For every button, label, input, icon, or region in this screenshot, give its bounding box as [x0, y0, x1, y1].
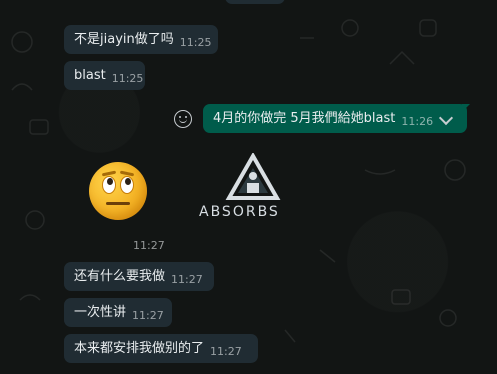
message-text: 本来都安排我做别的了 [74, 341, 205, 356]
message-time: 11:27 [210, 345, 242, 358]
message-time: 11:27 [132, 309, 164, 322]
partial-message-bubble [225, 0, 285, 4]
bubble-tail-icon [462, 104, 470, 112]
message-time: 11:27 [171, 273, 203, 286]
message-time: 11:27 [133, 239, 165, 252]
incoming-message: 不是jiayin做了吗 11:25 [64, 25, 218, 54]
message-time: 11:25 [179, 36, 212, 49]
message-text: 还有什么要我做 [74, 269, 166, 284]
watermark-text: ABSORBS [199, 204, 280, 220]
mouth [106, 202, 130, 205]
message-text: blast [74, 68, 106, 83]
reaction-button[interactable] [174, 110, 192, 128]
incoming-message: blast 11:25 [64, 61, 145, 90]
right-eye [120, 176, 134, 194]
message-text: 不是jiayin做了吗 [74, 32, 174, 47]
outgoing-message: 4月的你做完 5月我們給她blast 11:26 [203, 104, 467, 133]
incoming-message: 还有什么要我做 11:27 [64, 262, 214, 291]
incoming-message: 本来都安排我做别的了 11:27 [64, 334, 258, 363]
eye-roll-emoji-icon [89, 162, 147, 220]
message-time: 11:25 [111, 72, 144, 85]
smile-icon [179, 119, 187, 123]
absorbs-logo-icon [225, 153, 281, 200]
incoming-message: 一次性讲 11:27 [64, 298, 172, 327]
pupil [125, 178, 131, 185]
pupil [107, 178, 113, 185]
message-time: 11:26 [401, 115, 434, 128]
left-eye [102, 176, 116, 194]
message-text: 一次性讲 [74, 305, 127, 320]
message-text: 4月的你做完 5月我們給她blast [213, 111, 396, 126]
